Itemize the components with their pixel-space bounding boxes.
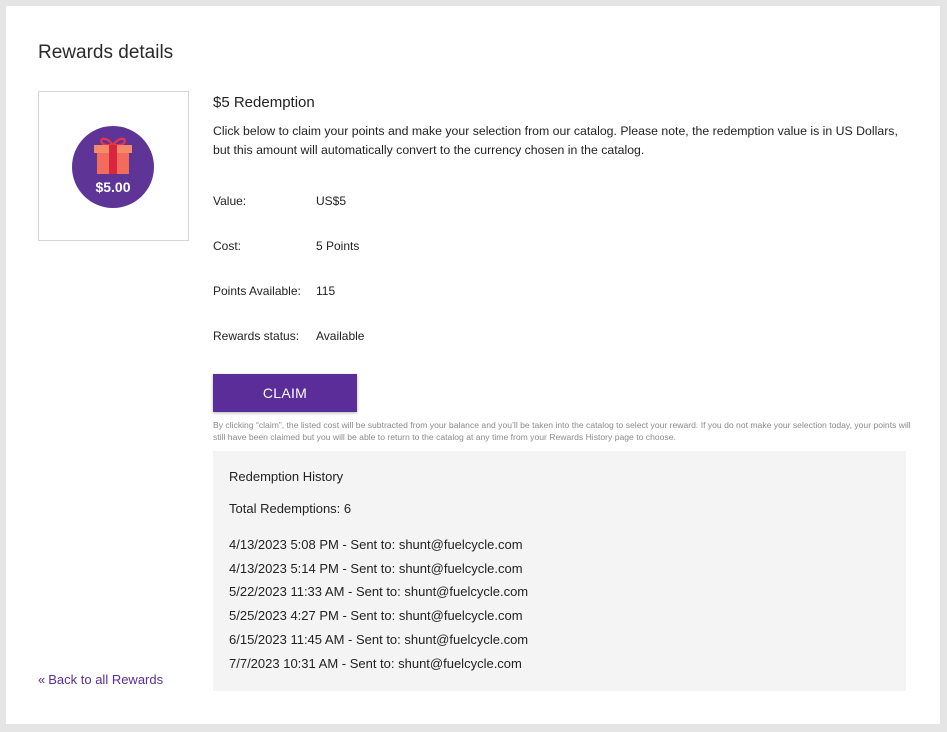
- reward-image: $5.00: [38, 91, 189, 241]
- history-total: Total Redemptions: 6: [229, 501, 352, 516]
- history-item: 5/22/2023 11:33 AM - Sent to: shunt@fuel…: [229, 584, 529, 600]
- detail-value: 115: [316, 284, 336, 298]
- history-item: 5/25/2023 4:27 PM - Sent to: shunt@fuelc…: [229, 608, 523, 624]
- reward-description: Click below to claim your points and mak…: [213, 124, 898, 157]
- claim-disclaimer: By clicking “claim”, the listed cost wil…: [213, 420, 911, 442]
- reward-badge-amount: $5.00: [95, 179, 131, 195]
- claim-button[interactable]: CLAIM: [213, 374, 357, 412]
- detail-label: Points Available:: [213, 284, 301, 298]
- page-title: Rewards details: [38, 42, 174, 63]
- detail-value: 5 Points: [316, 239, 360, 253]
- history-item: 4/13/2023 5:08 PM - Sent to: shunt@fuelc…: [229, 537, 523, 552]
- detail-value: Available: [316, 329, 365, 343]
- history-list: 4/13/2023 5:08 PM - Sent to: shunt@fuelc…: [229, 533, 528, 675]
- rewards-card: Rewards details $5.00 $5 Redemption Clic…: [6, 6, 940, 724]
- back-to-rewards-link[interactable]: « Back to all Rewards: [38, 672, 163, 687]
- reward-title: $5 Redemption: [213, 94, 315, 111]
- history-item: 7/7/2023 10:31 AM - Sent to: shunt@fuelc…: [229, 655, 522, 671]
- detail-value: US$5: [316, 194, 347, 208]
- detail-label: Cost:: [213, 239, 242, 253]
- reward-badge: $5.00: [72, 126, 154, 208]
- redemption-history-panel: Redemption History Total Redemptions: 6 …: [213, 451, 906, 691]
- history-title: Redemption History: [229, 469, 344, 484]
- double-chevron-left-icon: «: [38, 672, 46, 687]
- back-link-label: Back to all Rewards: [48, 672, 164, 687]
- gift-icon: [94, 137, 132, 174]
- detail-label: Rewards status:: [213, 329, 300, 343]
- detail-label: Value:: [213, 194, 247, 208]
- history-item: 4/13/2023 5:14 PM - Sent to: shunt@fuelc…: [229, 560, 523, 576]
- history-item: 6/15/2023 11:45 AM - Sent to: shunt@fuel…: [229, 631, 529, 647]
